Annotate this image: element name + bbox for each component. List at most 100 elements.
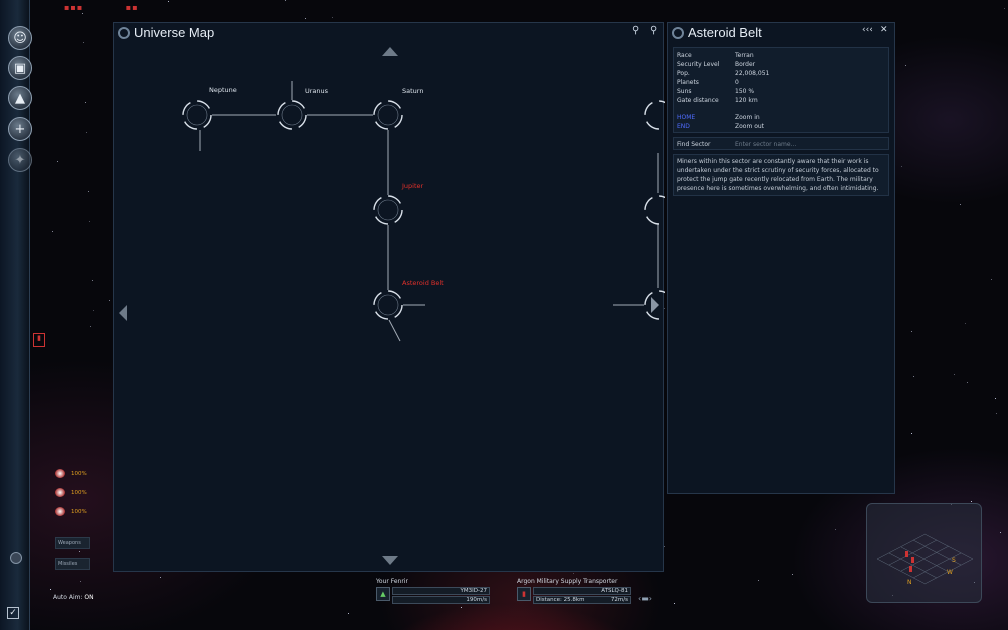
universe-map-panel: Universe Map ⚲ ⚲ Neptune Uranus Saturn J… [113,22,665,573]
star [911,433,912,434]
star [80,581,81,582]
settings-icon[interactable]: ✦ [8,148,32,172]
sector-description: Miners within this sector are constantly… [677,158,879,192]
target-cycle-icon[interactable]: ‹▬› [638,594,652,603]
player-target-id-bar: YM3ID-27 [392,587,490,595]
star [52,231,53,232]
star [50,589,51,590]
star [109,300,110,301]
confirm-checkbox-icon[interactable]: ✓ [7,607,19,619]
top-status-indicators: ▪▪▪ ▪▪ [64,3,139,12]
star [792,574,793,575]
star [285,0,286,1]
sector-node-asteroid-belt[interactable] [373,290,403,320]
sector-node-offscreen[interactable] [644,195,665,225]
star [1000,532,1001,533]
radar-grid: S W N [876,533,974,586]
gate-line [388,319,401,342]
star [996,413,997,414]
star [1004,8,1005,9]
radar-marker-n: N [907,579,912,586]
add-icon[interactable]: + [8,117,32,141]
sector-node-saturn[interactable] [373,100,403,130]
player-speed-bar: 190m/s [392,596,490,604]
sector-node-uranus[interactable] [277,100,307,130]
ship-status-hud: Your Fenrir ▲ YM3ID-27 190m/s Argon Mili… [360,576,660,630]
star [92,280,93,281]
star [911,331,912,332]
sector-label-jupiter: Jupiter [401,182,424,190]
sector-node-neptune[interactable] [182,100,212,130]
star [85,102,86,103]
star [965,323,966,324]
stat-row: Suns 150 % [677,88,755,95]
stat-row: Planets 0 [677,79,739,86]
sector-label-asteroid-belt: Asteroid Belt [402,279,444,287]
star [674,603,675,604]
gate-connections [199,81,659,342]
player-ship-icon[interactable]: ▲ [376,587,390,601]
stat-row: Pop. 22,008,051 [677,70,770,77]
sector-node-jupiter[interactable] [373,195,403,225]
star [332,17,333,18]
scroll-right-icon[interactable] [651,297,659,313]
star [913,376,914,377]
find-sector-box: Find Sector Enter sector name... [673,137,889,150]
info-panel-title: Asteroid Belt [688,25,762,40]
weapon-slot[interactable]: 100% [55,469,87,478]
star [905,65,906,66]
star [573,573,574,574]
target-ship-icon[interactable]: ▮ [517,587,531,601]
star [160,577,161,578]
target-ship-label: Argon Military Supply Transporter [517,578,618,585]
alert-indicator: ▮ [33,333,45,347]
star [305,18,306,19]
weapon-icon [55,469,65,478]
scroll-down-icon[interactable] [382,556,398,565]
universe-map-canvas[interactable]: Neptune Uranus Saturn Jupiter Asteroid B… [114,23,665,573]
weapons-group-label[interactable]: Weapons [55,537,90,549]
radar-minimap[interactable]: S W N [866,503,982,603]
star [835,529,836,530]
hotkey-zoom-in[interactable]: HOME Zoom in [674,113,888,122]
radar-marker-s: S [952,557,956,564]
sector-description-box: Miners within this sector are constantly… [673,154,889,196]
player-ship-label: Your Fenrir [376,578,408,585]
star [82,13,83,14]
star [86,132,87,133]
star [995,398,996,399]
crew-icon[interactable] [10,552,22,564]
weapon-icon [55,507,65,516]
star [348,613,349,614]
eject-icon[interactable]: ▲ [8,86,32,110]
sector-node-offscreen[interactable] [644,100,665,130]
sector-info-panel: Asteroid Belt ‹‹‹ ✕ Race Terran Security … [667,22,895,494]
star [991,279,992,280]
windows-icon[interactable]: ▣ [8,56,32,80]
star [901,166,902,167]
close-icon[interactable]: ✕ [880,25,888,35]
find-sector-label: Find Sector [677,141,711,148]
weapon-slot[interactable]: 100% [55,488,87,497]
missiles-group-label[interactable]: Missiles [55,558,90,570]
radar-marker-w: W [947,569,953,576]
scroll-up-icon[interactable] [382,47,398,56]
star [93,310,94,311]
star [57,161,58,162]
weapon-icon [55,488,65,497]
auto-aim-status[interactable]: Auto Aim: ON [53,594,94,601]
sector-label-saturn: Saturn [402,87,423,95]
scroll-left-icon[interactable] [119,305,127,321]
stat-row: Security Level Border [677,61,756,68]
star [83,42,84,43]
sector-label-neptune: Neptune [209,86,237,94]
star [88,191,89,192]
star [967,382,968,383]
sector-stats-box: Race Terran Security Level Border Pop. 22,0… [673,47,889,133]
weapon-slot[interactable]: 100% [55,507,87,516]
pilot-icon[interactable]: ☺ [8,26,32,50]
hotkey-zoom-out[interactable]: END Zoom out [674,122,888,131]
collapse-icon[interactable]: ‹‹‹ [862,25,873,35]
find-sector-input[interactable]: Enter sector name... [735,140,888,149]
star [960,204,961,205]
